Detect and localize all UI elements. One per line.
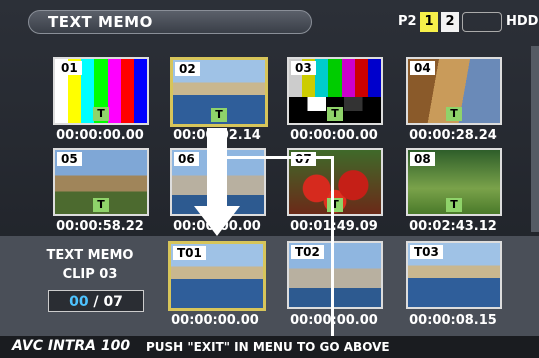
memo-counter-current: 00 xyxy=(69,294,89,310)
memo-counter-total: 07 xyxy=(103,294,123,310)
clip-number: 04 xyxy=(410,61,435,75)
text-memo-marker: T xyxy=(446,107,462,121)
memo-thumbnail[interactable]: T02 xyxy=(287,241,383,309)
avc-intra-logo: AVC INTRA 100 xyxy=(12,338,131,354)
clip-thumbnail[interactable]: 05 T xyxy=(53,148,149,216)
memo-counter-separator: / xyxy=(88,294,104,310)
text-memo-marker: T xyxy=(327,107,343,121)
screen-title: TEXT MEMO xyxy=(48,13,153,31)
clip-timecode: 00:00:00.00 xyxy=(290,128,378,143)
card-slot-1: 1 xyxy=(420,12,438,32)
memo-thumbnail[interactable]: T01 xyxy=(168,241,266,311)
clip-number: 06 xyxy=(174,152,199,166)
memo-number: T01 xyxy=(173,246,206,260)
clip-timecode: 00:00:28.24 xyxy=(409,128,497,143)
down-arrow-icon xyxy=(194,206,240,236)
clip-number: 07 xyxy=(291,152,316,166)
hdd-icon xyxy=(462,12,502,32)
clip-timecode: 00:00:58.22 xyxy=(56,219,144,234)
memo-number: T03 xyxy=(410,245,443,259)
text-memo-marker: T xyxy=(211,108,227,122)
clip-timecode: 00:00:00.00 xyxy=(56,128,144,143)
clip-thumbnail[interactable]: 01 T xyxy=(53,57,149,125)
callout-line-vertical xyxy=(331,156,334,358)
panel-title: TEXT MEMO xyxy=(46,248,134,263)
scrollbar[interactable] xyxy=(531,46,539,232)
memo-timecode: 00:00:08.15 xyxy=(409,313,497,328)
p2-label: P2 xyxy=(398,14,417,29)
clip-number: 02 xyxy=(175,62,200,76)
clip-number: 03 xyxy=(291,61,316,75)
text-memo-marker: T xyxy=(446,198,462,212)
clip-timecode: 00:02:43.12 xyxy=(409,219,497,234)
down-arrow-shaft xyxy=(207,128,227,208)
clip-timecode: 00:01:49.09 xyxy=(279,219,389,234)
hdd-label: HDD xyxy=(506,14,539,29)
footer-message: PUSH "EXIT" IN MENU TO GO ABOVE xyxy=(146,340,390,354)
panel-clip-label: CLIP 03 xyxy=(62,267,118,282)
card-slot-2: 2 xyxy=(441,12,459,32)
clip-thumbnail[interactable]: 08 T xyxy=(406,148,502,216)
text-memo-marker: T xyxy=(327,198,343,212)
memo-timecode: 00:00:00.00 xyxy=(171,313,259,328)
callout-line-horizontal xyxy=(217,156,333,159)
clip-thumbnail[interactable]: 03 T xyxy=(287,57,383,125)
clip-number: 01 xyxy=(57,61,82,75)
memo-counter: 00 / 07 xyxy=(48,290,144,312)
text-memo-marker: T xyxy=(93,107,109,121)
clip-thumbnail[interactable]: 04 T xyxy=(406,57,502,125)
memo-timecode: 00:00:00.00 xyxy=(279,313,389,328)
clip-number: 08 xyxy=(410,152,435,166)
memo-thumbnail[interactable]: T03 xyxy=(406,241,502,309)
text-memo-screen: TEXT MEMO P2 1 2 HDD 01 T 00:00:00.00 02 T 00… xyxy=(0,0,539,358)
memo-number: T02 xyxy=(291,245,324,259)
clip-number: 05 xyxy=(57,152,82,166)
text-memo-marker: T xyxy=(93,198,109,212)
clip-thumbnail[interactable]: 02 T xyxy=(170,57,268,127)
